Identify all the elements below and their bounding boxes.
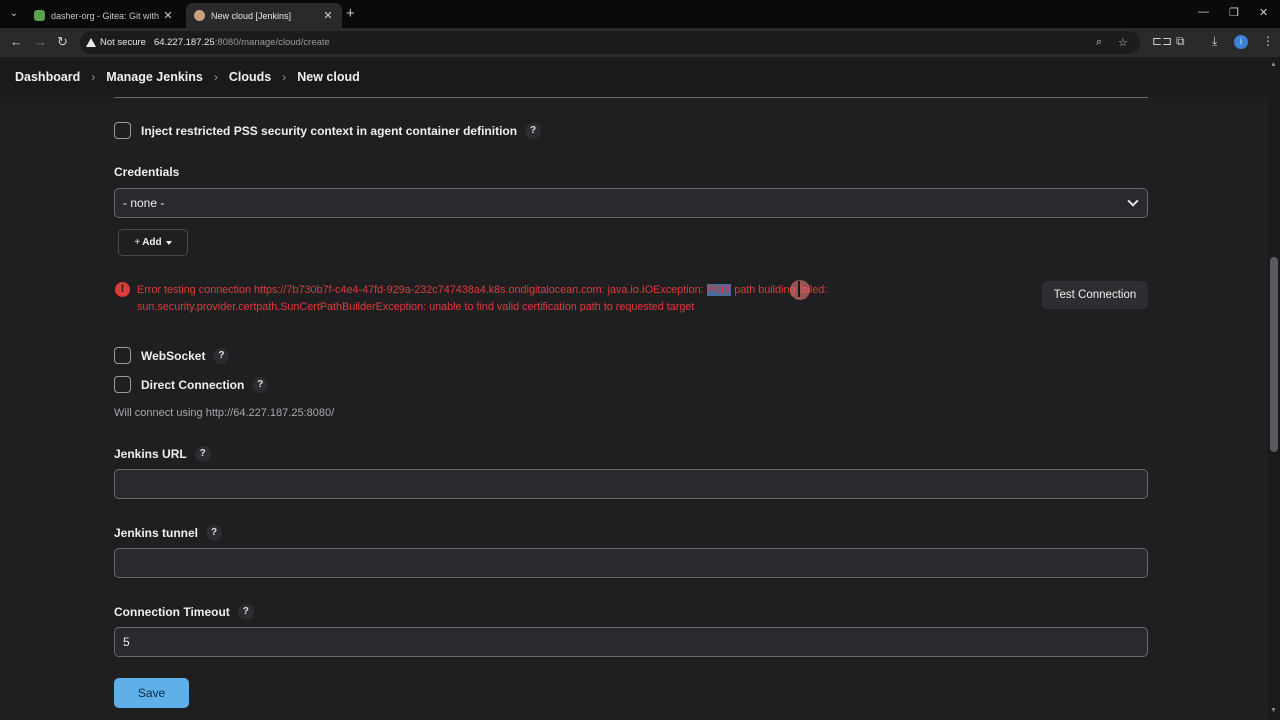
credentials-label: Credentials <box>114 165 180 179</box>
chevron-right-icon: › <box>282 70 287 84</box>
connection-timeout-label: Connection Timeout <box>114 605 230 619</box>
tab-search-chevron-icon[interactable]: ⌄ <box>6 6 22 22</box>
help-icon[interactable]: ? <box>213 347 230 364</box>
direct-connection-label: Direct Connection <box>141 377 245 392</box>
profile-avatar[interactable]: i <box>1234 35 1248 49</box>
save-button[interactable]: Save <box>114 678 189 708</box>
plus-icon: + <box>134 237 141 248</box>
chevron-right-icon: › <box>213 70 218 84</box>
close-tab-icon[interactable]: ✕ <box>322 9 334 22</box>
connection-timeout-input[interactable]: 5 <box>114 627 1148 657</box>
test-connection-button[interactable]: Test Connection <box>1042 281 1148 309</box>
extensions-puzzle-icon[interactable]: ⧉ <box>1176 34 1185 49</box>
tab-jenkins-new-cloud[interactable]: New cloud [Jenkins] ✕ <box>186 3 342 28</box>
scroll-up-arrow-icon[interactable]: ▲ <box>1270 61 1277 68</box>
caret-down-icon <box>165 240 172 245</box>
breadcrumb: Dashboard › Manage Jenkins › Clouds › Ne… <box>0 57 1268 97</box>
chevron-right-icon: › <box>91 70 96 84</box>
breadcrumb-manage-jenkins[interactable]: Manage Jenkins <box>106 70 203 84</box>
websocket-row: WebSocket ? <box>114 347 230 364</box>
error-text-start: Error testing connection https://7b730b7… <box>137 284 707 296</box>
jenkins-tunnel-label: Jenkins tunnel <box>114 526 199 540</box>
jenkins-url-label: Jenkins URL <box>114 447 187 461</box>
add-button-label: Add <box>142 237 162 248</box>
connection-error-message: Error testing connection https://7b730b7… <box>137 282 937 316</box>
scrollbar-thumb[interactable] <box>1270 257 1278 452</box>
url-host: 64.227.187.25 <box>153 37 215 48</box>
page-scrollbar[interactable]: ▲ ▼ <box>1268 57 1280 720</box>
add-credentials-button[interactable]: + Add <box>118 229 188 256</box>
browser-tab-bar: ⌄ dasher-org - Gitea: Git with a c ✕ New… <box>0 0 1280 28</box>
close-window-icon[interactable]: ✕ <box>1259 6 1268 19</box>
main-content: Inject restricted PSS security context i… <box>0 97 1268 720</box>
back-arrow-icon[interactable]: ← <box>10 34 23 49</box>
help-icon[interactable]: ? <box>252 376 269 393</box>
tab-title: dasher-org - Gitea: Git with a c <box>51 10 162 21</box>
help-icon[interactable]: ? <box>206 525 223 541</box>
url-path: :8080/manage/cloud/create <box>214 37 330 48</box>
connection-timeout-label-row: Connection Timeout ? <box>114 604 254 620</box>
warning-triangle-icon <box>86 38 96 47</box>
url-bar[interactable]: Not secure 64.227.187.25:8080/manage/clo… <box>80 31 1140 54</box>
previous-field-edge <box>114 97 1148 98</box>
chevron-down-icon <box>1127 195 1139 207</box>
error-icon: ! <box>115 282 130 297</box>
breadcrumb-clouds[interactable]: Clouds <box>229 70 271 84</box>
reading-mode-icon[interactable]: ⊏⊐ <box>1152 34 1172 48</box>
credentials-select[interactable]: - none - <box>114 188 1148 218</box>
inject-pss-label: Inject restricted PSS security context i… <box>141 123 518 138</box>
direct-connection-row: Direct Connection ? <box>114 376 269 393</box>
direct-connection-checkbox[interactable] <box>114 376 131 393</box>
jenkins-tunnel-input[interactable] <box>114 548 1148 578</box>
download-icon[interactable]: ⤓ <box>1212 34 1217 49</box>
jenkins-url-input[interactable] <box>114 469 1148 499</box>
minimize-icon[interactable]: — <box>1198 6 1209 18</box>
selected-text-highlight: PKIX <box>706 284 732 296</box>
tab-title: New cloud [Jenkins] <box>211 10 292 21</box>
text-cursor-icon <box>798 281 800 297</box>
websocket-label: WebSocket <box>141 348 206 363</box>
inject-pss-row: Inject restricted PSS security context i… <box>114 122 542 139</box>
gitea-favicon-icon <box>34 10 45 21</box>
credentials-selected-value: - none - <box>123 196 165 210</box>
new-tab-plus-icon[interactable]: + <box>346 5 355 22</box>
reload-icon[interactable]: ↻ <box>57 34 68 50</box>
mouse-cursor-highlight <box>790 280 810 300</box>
breadcrumb-new-cloud[interactable]: New cloud <box>297 70 360 84</box>
restore-icon[interactable]: ❐ <box>1229 6 1239 19</box>
help-icon[interactable]: ? <box>237 604 254 620</box>
will-connect-description: Will connect using http://64.227.187.25:… <box>114 407 335 419</box>
breadcrumb-dashboard[interactable]: Dashboard <box>15 70 80 84</box>
address-toolbar: ← → ↻ Not secure 64.227.187.25:8080/mana… <box>0 28 1280 57</box>
browser-menu-icon[interactable]: ⋮ <box>1262 34 1274 48</box>
jenkins-url-label-row: Jenkins URL ? <box>114 446 211 462</box>
scroll-down-arrow-icon[interactable]: ▼ <box>1270 707 1277 714</box>
inject-pss-checkbox[interactable] <box>114 122 131 139</box>
forward-arrow-icon[interactable]: → <box>34 34 47 49</box>
tab-gitea[interactable]: dasher-org - Gitea: Git with a c ✕ <box>26 3 182 28</box>
not-secure-label: Not secure <box>100 37 146 48</box>
not-secure-indicator[interactable]: Not secure <box>86 37 146 48</box>
help-icon[interactable]: ? <box>194 446 211 462</box>
bookmark-star-icon[interactable]: ☆ <box>1118 36 1128 49</box>
jenkins-favicon-icon <box>194 10 205 21</box>
jenkins-tunnel-label-row: Jenkins tunnel ? <box>114 525 223 541</box>
close-tab-icon[interactable]: ✕ <box>162 9 174 22</box>
help-icon[interactable]: ? <box>525 122 542 139</box>
zoom-icon[interactable]: ⌕ <box>1096 36 1102 49</box>
websocket-checkbox[interactable] <box>114 347 131 364</box>
